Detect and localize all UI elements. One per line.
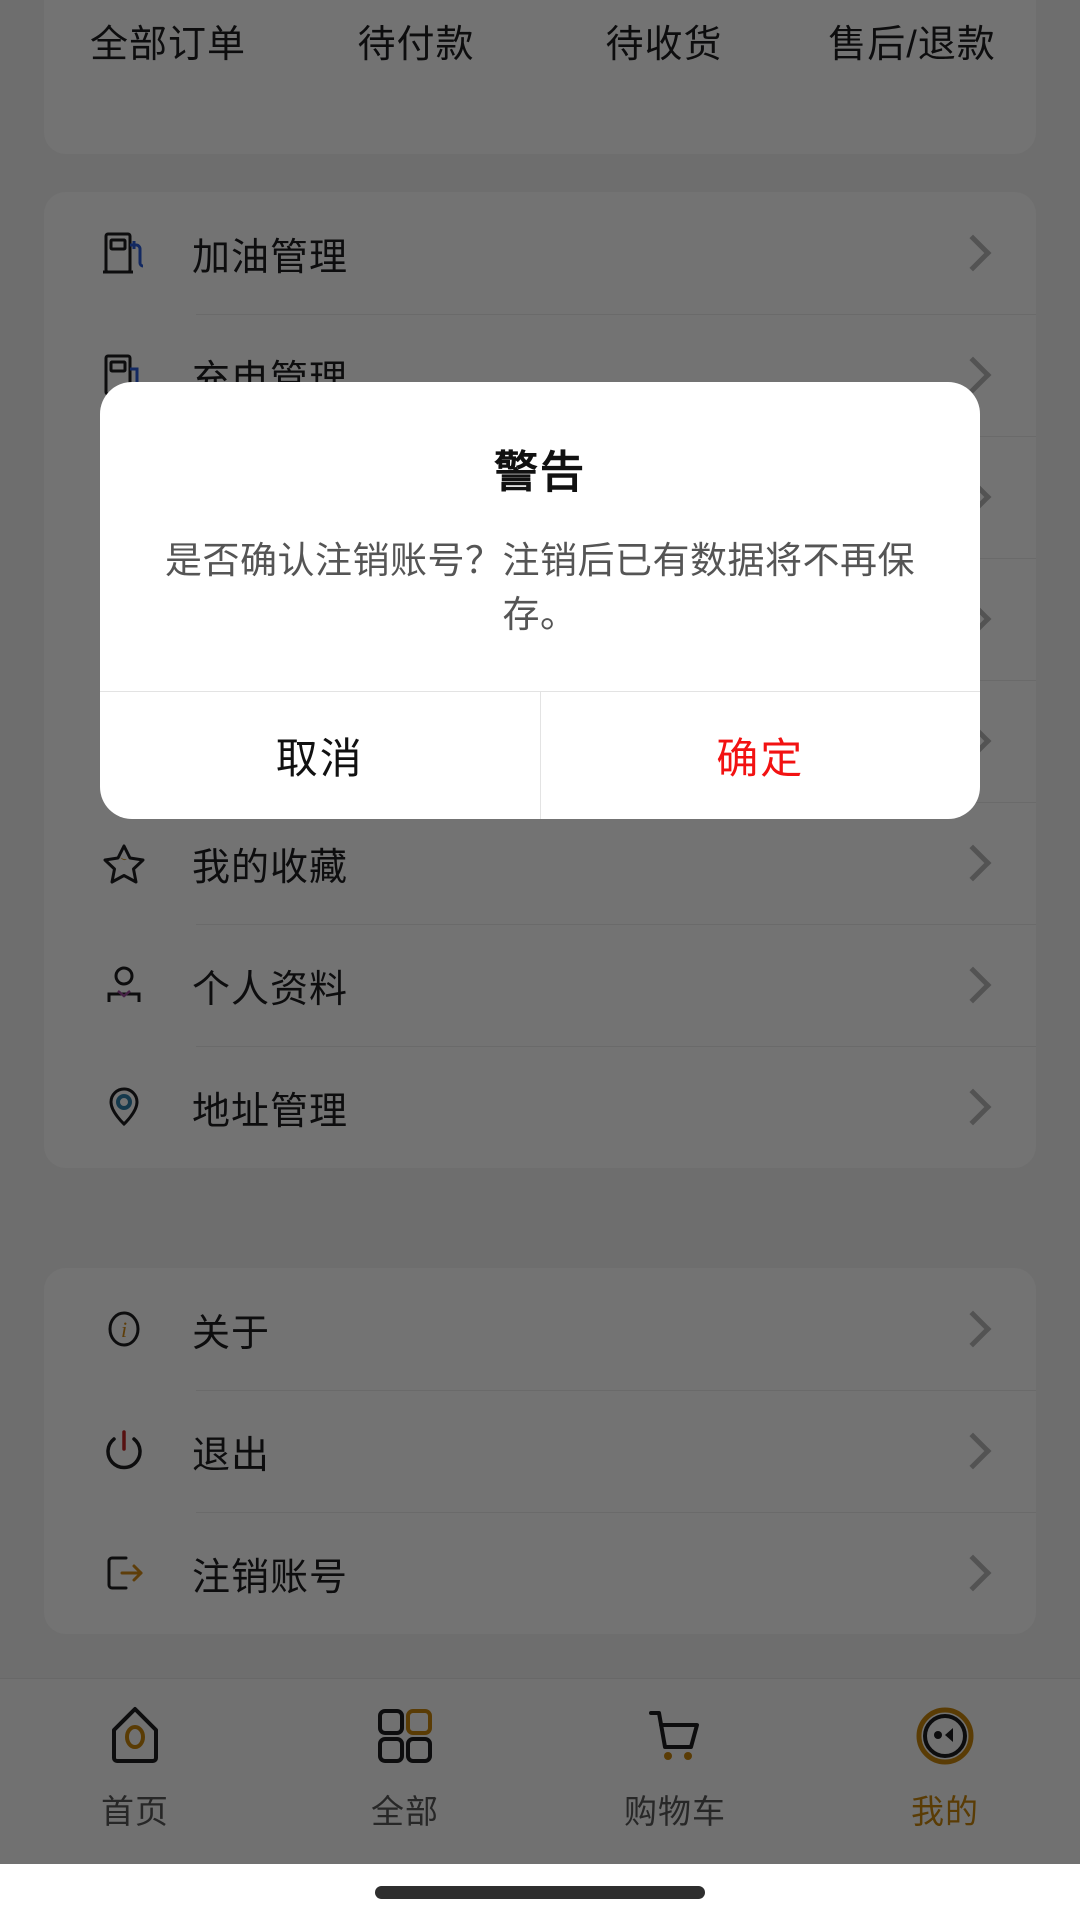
home-indicator[interactable] (375, 1886, 705, 1899)
warning-alert-dialog: 警告 是否确认注销账号？注销后已有数据将不再保存。 取消 确定 (100, 382, 980, 819)
alert-title: 警告 (146, 436, 934, 500)
phone-screen: 全部订单 待付款 (0, 0, 1080, 1920)
alert-body: 警告 是否确认注销账号？注销后已有数据将不再保存。 (100, 382, 980, 691)
cancel-button[interactable]: 取消 (100, 692, 540, 819)
home-indicator-area (0, 1864, 1080, 1920)
alert-action-row: 取消 确定 (100, 691, 980, 819)
alert-message: 是否确认注销账号？注销后已有数据将不再保存。 (146, 534, 934, 641)
modal-scrim-overlay[interactable] (0, 0, 1080, 1864)
confirm-button[interactable]: 确定 (540, 692, 981, 819)
